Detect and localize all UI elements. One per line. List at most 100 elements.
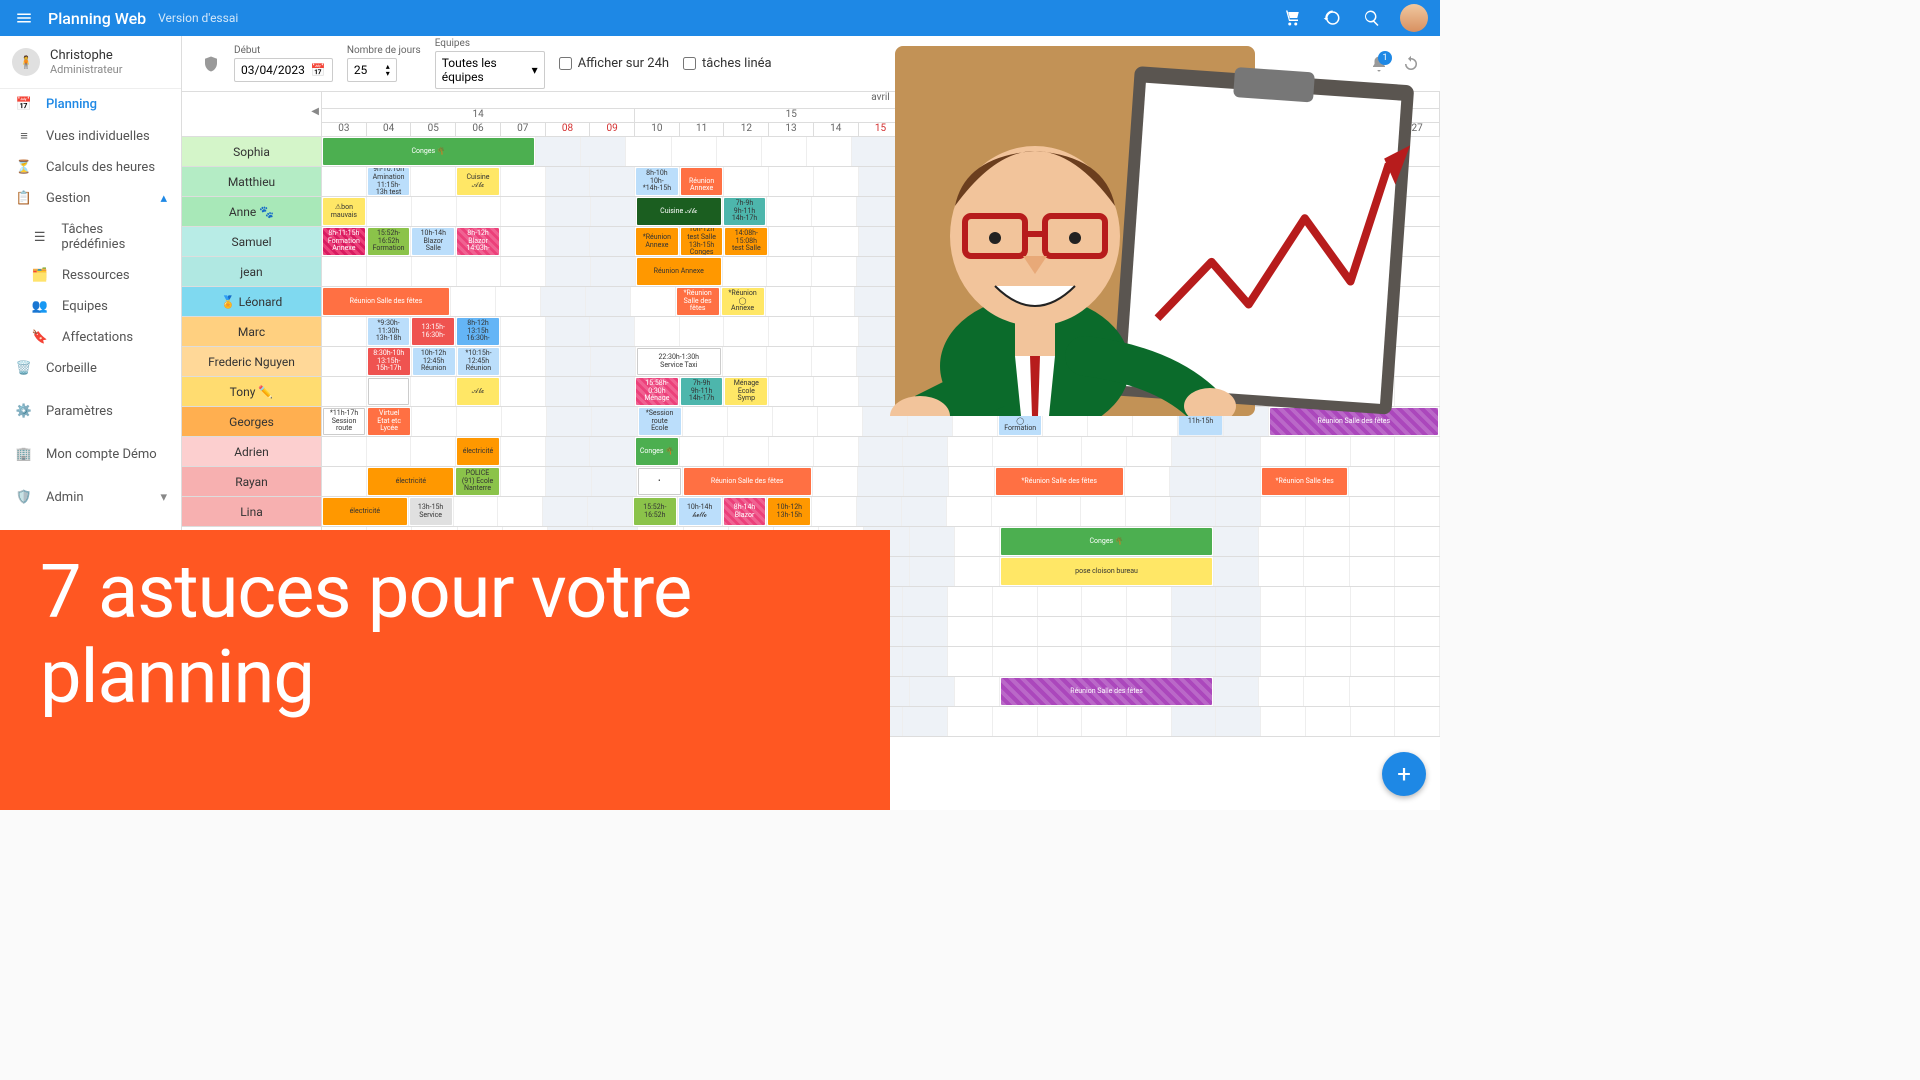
task[interactable]: 𝒜𝒷𝒸: [457, 378, 499, 405]
nav-planning[interactable]: 📅Planning: [0, 89, 181, 120]
task[interactable]: électricité: [368, 468, 453, 495]
nav-affectations[interactable]: 🔖Affectations: [0, 322, 181, 353]
task[interactable]: Réunion Salle des fêtes: [1270, 408, 1438, 435]
nav-corbeille[interactable]: 🗑️Corbeille: [0, 353, 181, 384]
search-icon[interactable]: [1360, 6, 1384, 30]
task[interactable]: 15:52h-16:52hFormation: [368, 228, 410, 255]
task[interactable]: 11h-15h: [1179, 408, 1221, 435]
task[interactable]: 8h-11:15hFormationAnnexe: [323, 228, 365, 255]
nav-calculs[interactable]: ⏳Calculs des heures: [0, 152, 181, 183]
task[interactable]: 10h-14h𝒽ℯ𝓁𝓁ℴ: [679, 498, 721, 525]
task[interactable]: 7h-9h9h-11h14h-17h: [681, 378, 723, 405]
task[interactable]: *11h-17hSessionroute: [323, 408, 365, 435]
task[interactable]: 8:30h-10h13:15h-15h-17h: [368, 348, 410, 375]
task[interactable]: 8h-14hBlazor: [724, 498, 766, 525]
task[interactable]: *10:15h-12:45hRéunion: [458, 348, 500, 375]
task[interactable]: [368, 378, 410, 405]
task[interactable]: VirtuelEtat etcLycée: [368, 408, 410, 435]
cart-icon[interactable]: [1280, 6, 1304, 30]
task[interactable]: 10h-14hBlazorSalle: [412, 228, 454, 255]
nav-parametres[interactable]: ⚙️Paramètres: [0, 396, 181, 427]
person-row[interactable]: Georges: [182, 407, 322, 437]
nav-vues[interactable]: ≡Vues individuelles: [0, 120, 181, 152]
task[interactable]: 7h-9h9h-11h14h-17h: [724, 198, 766, 225]
person-row[interactable]: Frederic Nguyen: [182, 347, 322, 377]
task[interactable]: 8h-12hBlazor14:03h-: [457, 228, 499, 255]
task[interactable]: Conges 🌴: [323, 138, 534, 165]
task[interactable]: RéunionAnnexe: [681, 168, 723, 195]
task[interactable]: Réunion Salle des fêtes: [323, 288, 449, 315]
task[interactable]: *9:30h-11:30h13h-18h: [368, 318, 410, 345]
task[interactable]: 13h-15hService: [410, 498, 452, 525]
add-fab[interactable]: +: [1382, 752, 1426, 796]
history-icon[interactable]: [1320, 6, 1344, 30]
person-row[interactable]: jean: [182, 257, 322, 287]
stepper-icon[interactable]: ▴▾: [386, 63, 390, 77]
sync-icon[interactable]: [1402, 55, 1420, 73]
task[interactable]: Conges 🌴: [636, 438, 678, 465]
task[interactable]: *RéunionSalle desfêtes: [677, 288, 719, 315]
task[interactable]: •: [638, 468, 680, 495]
notification-icon[interactable]: 1: [1370, 55, 1388, 73]
task[interactable]: *SessionrouteEcole: [639, 408, 681, 435]
task[interactable]: *Réunion Salle des: [1262, 468, 1347, 495]
task[interactable]: 10h-12h13h-15h: [768, 498, 810, 525]
person-row[interactable]: Adrien: [182, 437, 322, 467]
task[interactable]: 10h-12h12:45hRéunion: [413, 348, 455, 375]
task[interactable]: ⚠bonmauvais: [323, 198, 365, 225]
task[interactable]: Réunion Annexe: [637, 258, 721, 285]
task[interactable]: *Réunion Salle des fêtes: [996, 468, 1123, 495]
person-row[interactable]: Matthieu: [182, 167, 322, 197]
person-row[interactable]: Marc: [182, 317, 322, 347]
task[interactable]: Réunion Salle des fêtes: [1001, 678, 1212, 705]
task[interactable]: électricité: [323, 498, 407, 525]
task[interactable]: Conges 🌴: [1001, 528, 1212, 555]
person-row[interactable]: Samuel: [182, 227, 322, 257]
task[interactable]: pose cloison bureau: [1001, 558, 1212, 585]
check-24h[interactable]: Afficher sur 24h: [559, 56, 669, 71]
task[interactable]: MénageEcoleSymp: [725, 378, 767, 405]
menu-button[interactable]: [12, 6, 36, 30]
nav-gestion[interactable]: 📋Gestion▴: [0, 183, 181, 214]
task[interactable]: Réunion Salle des fêtes: [684, 468, 811, 495]
task[interactable]: *Réunion◯Annexe: [722, 288, 764, 315]
nav-ressources[interactable]: 🗂️Ressources: [0, 260, 181, 291]
person-row[interactable]: Tony ✏️: [182, 377, 322, 407]
task[interactable]: 8h-12h13:15h16:30h-: [457, 318, 499, 345]
nav-admin[interactable]: 🛡️Admin▾: [0, 482, 181, 513]
user-block[interactable]: 🧍 Christophe Administrateur: [0, 36, 181, 89]
task[interactable]: 15:52h-16:52h: [634, 498, 676, 525]
person-row[interactable]: 🏅 Léonard: [182, 287, 322, 317]
person-row[interactable]: Lina: [182, 497, 322, 527]
task[interactable]: Cuisine 𝒜𝒷𝒸: [637, 198, 721, 225]
task[interactable]: POLICE(91) EcoleNanterre: [456, 468, 498, 495]
shield-icon[interactable]: [202, 55, 220, 73]
person-row[interactable]: Anne 🐾: [182, 197, 322, 227]
calendar-picker-icon: 📅: [311, 63, 326, 77]
equipes-select[interactable]: Toutes les équipes▾: [435, 51, 545, 89]
avatar[interactable]: [1400, 4, 1428, 32]
trash-icon: 🗑️: [14, 361, 34, 376]
person-row[interactable]: Sophia: [182, 137, 322, 167]
person-row[interactable]: Rayan: [182, 467, 322, 497]
check-linear[interactable]: tâches linéa: [683, 56, 772, 71]
notif-badge: 1: [1378, 51, 1392, 65]
jours-input[interactable]: 25▴▾: [347, 58, 397, 82]
task[interactable]: 22:30h-1:30hService Taxi: [637, 348, 721, 375]
nav-equipes[interactable]: 👥Equipes: [0, 291, 181, 322]
task[interactable]: 13:15h-16:30h-: [412, 318, 454, 345]
task[interactable]: Cuisine𝒜𝒷𝒸: [457, 168, 499, 195]
task[interactable]: électricité: [457, 438, 499, 465]
task[interactable]: 9h-10:10hAmination11:15h-13h test: [368, 168, 410, 195]
gear-icon: ⚙️: [14, 404, 34, 419]
task[interactable]: 8h-10h10h-*14h-15h: [636, 168, 678, 195]
task[interactable]: *RéunionAnnexe: [636, 228, 678, 255]
nav-taches[interactable]: ☰Tâches prédéfinies: [0, 214, 181, 260]
task[interactable]: 14:08h-15:08htest Salle: [725, 228, 767, 255]
dropdown-icon: ▾: [532, 63, 538, 77]
nav-compte[interactable]: 🏢Mon compte Démo: [0, 439, 181, 470]
debut-input[interactable]: 03/04/2023📅: [234, 58, 333, 82]
task[interactable]: 15:58h-0:30hMénage: [636, 378, 678, 405]
task[interactable]: 14h-15h◯Formation: [999, 408, 1041, 435]
task[interactable]: 10h-12htest Salle13h-15hConges: [681, 228, 723, 255]
